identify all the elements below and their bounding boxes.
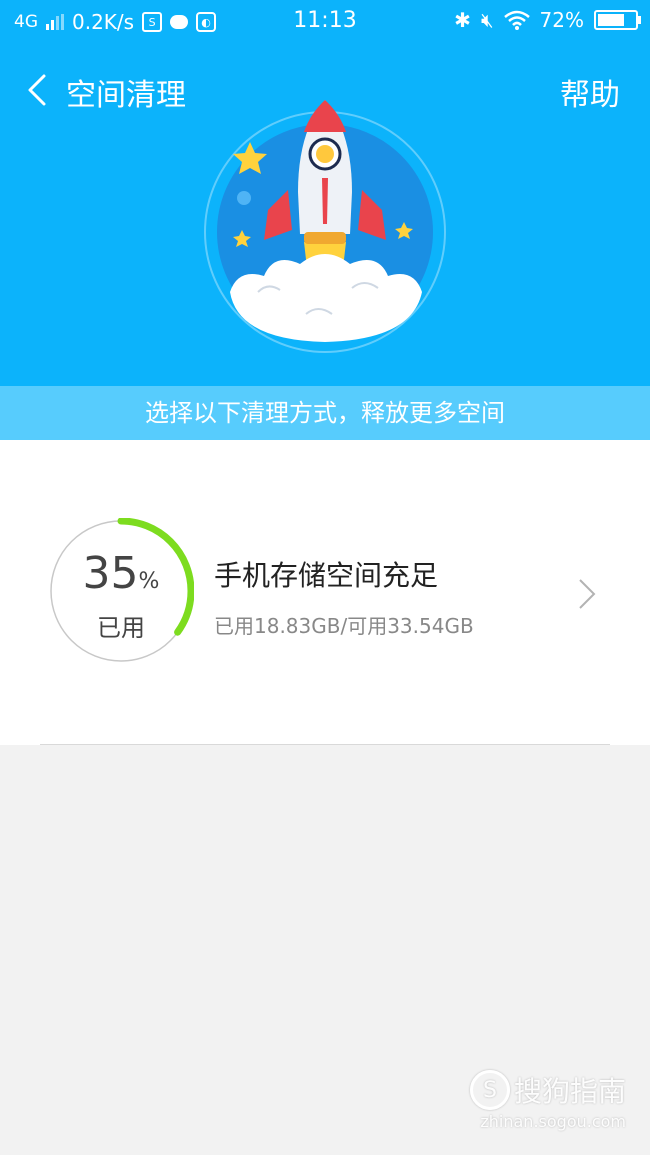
status-right: ✱ 🔇︎ 72%	[454, 8, 641, 32]
usage-percent: 35%	[48, 548, 194, 599]
watermark: S 搜狗指南 zhinan.sogou.com	[469, 1070, 626, 1131]
page-title: 空间清理	[66, 78, 186, 113]
watermark-brand: 搜狗指南	[513, 1075, 626, 1108]
status-bar: 4G 0.2K/s S ◐ 11:13 ✱ 🔇︎ 72%	[0, 0, 650, 44]
wifi-icon	[503, 10, 530, 30]
storage-detail: 已用18.83GB/可用33.54GB	[214, 614, 474, 638]
bluetooth-icon: ✱	[454, 8, 471, 32]
back-arrow-icon[interactable]	[22, 70, 56, 110]
sogou-logo: S	[469, 1070, 510, 1110]
cleanup-hint: 选择以下清理方式，释放更多空间	[0, 386, 650, 440]
battery-percent: 72%	[539, 8, 584, 32]
battery-icon	[594, 10, 641, 30]
usage-percent-value: 35	[82, 548, 139, 599]
watermark-url: zhinan.sogou.com	[480, 1112, 626, 1131]
usage-percent-symbol: %	[138, 569, 160, 594]
battery-fill	[598, 14, 624, 26]
usage-label: 已用	[97, 614, 145, 642]
chevron-right-icon[interactable]	[572, 574, 600, 614]
storage-status-title: 手机存储空间充足	[214, 559, 439, 592]
mute-icon: 🔇︎	[480, 8, 494, 32]
rocket-illustration	[204, 100, 446, 353]
help-button[interactable]: 帮助	[560, 70, 620, 114]
storage-card[interactable]: 35% 已用 手机存储空间充足 已用18.83GB/可用33.54GB	[0, 440, 650, 745]
divider	[40, 744, 610, 745]
